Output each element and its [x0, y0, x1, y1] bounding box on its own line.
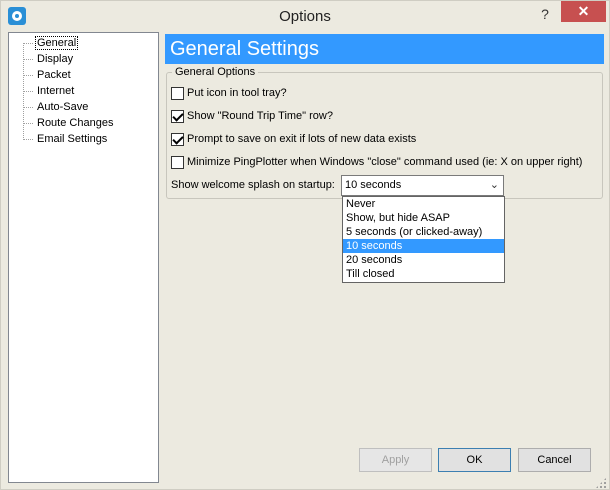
- dropdown-option[interactable]: Till closed: [343, 267, 504, 281]
- nav-item-label: Route Changes: [37, 117, 114, 129]
- nav-item-label: Display: [37, 53, 74, 65]
- dropdown-option[interactable]: Show, but hide ASAP: [343, 211, 504, 225]
- options-dialog: Options ? ✕ General Display Packet Inter…: [0, 0, 610, 490]
- splash-dropdown-list: Never Show, but hide ASAP 5 seconds (or …: [342, 196, 505, 283]
- dropdown-option[interactable]: 5 seconds (or clicked-away): [343, 225, 504, 239]
- checkbox-label: Put icon in tool tray?: [187, 87, 287, 99]
- group-title: General Options: [172, 66, 259, 78]
- nav-item-display[interactable]: Display: [23, 53, 75, 67]
- chevron-down-icon[interactable]: ⌄: [490, 178, 499, 191]
- close-icon[interactable]: ✕: [561, 1, 606, 22]
- nav-item-general[interactable]: General: [23, 36, 79, 51]
- tool-tray-checkbox[interactable]: [171, 87, 184, 100]
- dropdown-option[interactable]: Never: [343, 197, 504, 211]
- nav-item-label: Internet: [37, 85, 75, 97]
- checkbox-label: Prompt to save on exit if lots of new da…: [187, 133, 417, 145]
- nav-item-label: Auto-Save: [37, 101, 89, 113]
- nav-item-packet[interactable]: Packet: [23, 69, 73, 83]
- settings-nav-tree: General Display Packet Internet Auto-Sav…: [8, 32, 159, 483]
- nav-item-label: Packet: [37, 69, 71, 81]
- apply-button[interactable]: Apply: [359, 448, 432, 472]
- cancel-button[interactable]: Cancel: [518, 448, 591, 472]
- nav-item-label: General: [35, 36, 79, 50]
- splash-select[interactable]: 10 seconds ⌄: [341, 175, 504, 196]
- minimize-on-close-checkbox[interactable]: [171, 156, 184, 169]
- nav-item-internet[interactable]: Internet: [23, 85, 76, 99]
- checkbox-label: Minimize PingPlotter when Windows "close…: [187, 156, 583, 168]
- splash-label: Show welcome splash on startup:: [171, 179, 335, 191]
- nav-item-label: Email Settings: [37, 133, 108, 145]
- checkbox-label: Show "Round Trip Time" row?: [187, 110, 333, 122]
- title-bar: Options ? ✕: [1, 1, 609, 31]
- dropdown-option[interactable]: 20 seconds: [343, 253, 504, 267]
- nav-item-email-settings[interactable]: Email Settings: [23, 133, 109, 147]
- help-button[interactable]: ?: [535, 4, 555, 24]
- nav-item-auto-save[interactable]: Auto-Save: [23, 101, 90, 115]
- splash-select-value: 10 seconds: [345, 179, 402, 191]
- page-title: General Settings: [165, 34, 604, 64]
- ok-button[interactable]: OK: [438, 448, 511, 472]
- prompt-save-checkbox[interactable]: [171, 133, 184, 146]
- nav-item-route-changes[interactable]: Route Changes: [23, 117, 115, 131]
- round-trip-time-checkbox[interactable]: [171, 110, 184, 123]
- window-title: Options: [279, 8, 331, 25]
- dropdown-option-selected[interactable]: 10 seconds: [343, 239, 504, 253]
- resize-grip[interactable]: [595, 477, 607, 489]
